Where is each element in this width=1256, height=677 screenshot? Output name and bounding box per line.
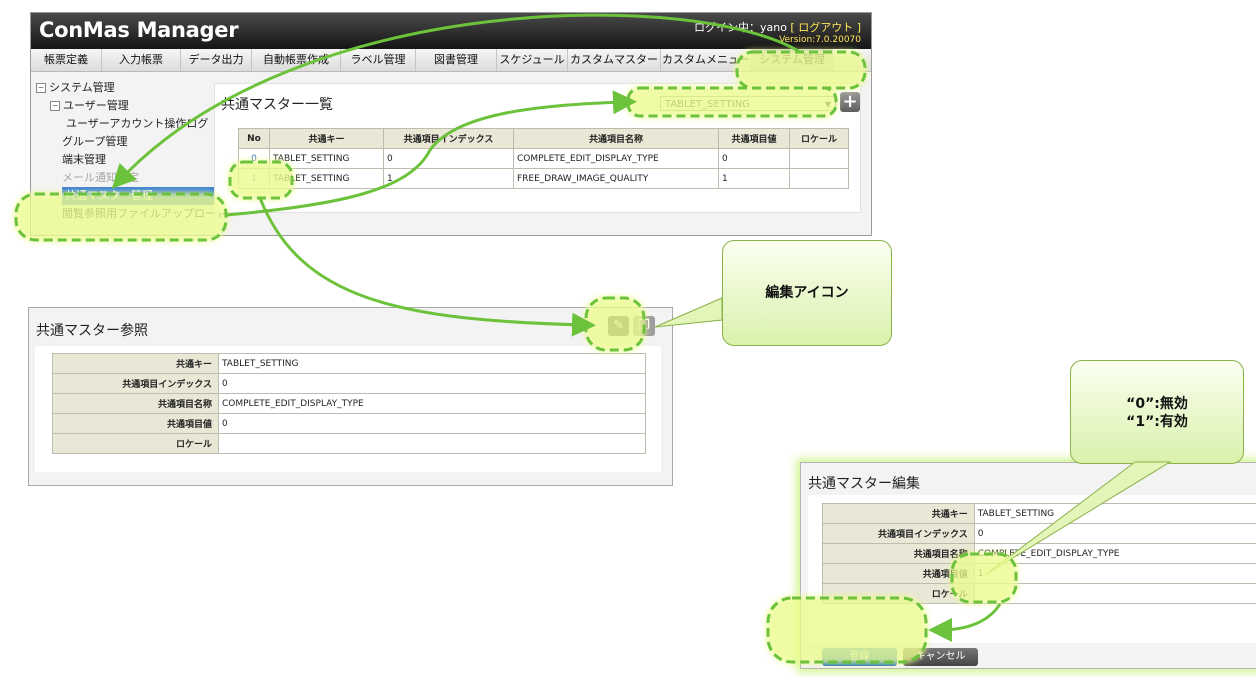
select-value: TABLET_SETTING (665, 99, 750, 110)
edit-title: 共通マスター編集 (808, 476, 920, 492)
reference-body: 共通キー TABLET_SETTING 共通項目インデックス 0 共通項目名称 COM… (35, 346, 661, 472)
version-label: Version:7.0.20070 (779, 35, 861, 45)
field-label: 共通項目値 (822, 563, 975, 584)
menu-auto-form[interactable]: 自動帳票作成 (252, 49, 341, 71)
field-label: 共通項目インデックス (822, 523, 975, 544)
tree-user-log[interactable]: ユーザーアカウント操作ログ (36, 115, 216, 133)
master-reference-panel: 共通マスター参照 ✎ ❐ 共通キー TABLET_SETTING 共通項目インデッ… (28, 307, 673, 486)
collapse-icon[interactable]: − (36, 83, 46, 93)
master-edit-panel: 共通マスター編集 共通キー TABLET_SETTING 共通項目インデックス 0 … (800, 462, 1256, 669)
field-label: 共通項目インデックス (52, 373, 219, 394)
tree-device-mgmt[interactable]: 端末管理 (36, 151, 216, 169)
cell-value: 1 (718, 168, 790, 189)
callout-values: “0”:無効 “1”:有効 (1070, 360, 1244, 464)
save-button[interactable]: 登録 (822, 648, 897, 666)
field-label: 共通キー (822, 503, 975, 524)
column-header: 共通項目インデックス (383, 128, 514, 149)
cell-key: TABLET_SETTING (269, 148, 384, 169)
edit-body: 共通キー TABLET_SETTING 共通項目インデックス 0 共通項目名称 COM… (808, 495, 1256, 666)
tree-mail-settings[interactable]: メール通知設定 (36, 169, 216, 187)
master-key-select[interactable]: TABLET_SETTING ▼ (660, 96, 836, 111)
edit-table: 共通キー TABLET_SETTING 共通項目インデックス 0 共通項目名称 COM… (822, 503, 1256, 604)
field-label: 共通キー (52, 353, 219, 374)
field-value (218, 433, 646, 454)
field-value: 0 (218, 373, 646, 394)
table-header: No 共通キー 共通項目インデックス 共通項目名称 共通項目値 ロケール (238, 128, 849, 149)
key-field[interactable]: TABLET_SETTING (973, 503, 1256, 524)
menu-input-form[interactable]: 入力帳票 (102, 49, 181, 71)
field-label: 共通項目名称 (52, 393, 219, 414)
menu-label-mgmt[interactable]: ラベル管理 (341, 49, 416, 71)
tree-file-upload[interactable]: 閲覧参照用ファイルアップロード (36, 205, 227, 223)
main-menu: 帳票定義 入力帳票 データ出力 自動帳票作成 ラベル管理 図書管理 スケジュール… (31, 49, 871, 72)
menu-library-mgmt[interactable]: 図書管理 (416, 49, 497, 71)
callout-value-off: “0”:無効 (1126, 396, 1188, 412)
sidebar-tree: − システム管理 − ユーザー管理 ユーザーアカウント操作ログ グループ管理 端末管… (36, 79, 227, 223)
cell-locale (789, 168, 849, 189)
callout-edit-icon: 編集アイコン (722, 240, 892, 346)
field-label: 共通項目名称 (822, 543, 975, 564)
field-value: 0 (218, 413, 646, 434)
cell-index: 1 (383, 168, 514, 189)
callout-value-on: “1”:有効 (1126, 414, 1188, 430)
main-window: ConMas Manager ログイン中：yano [ ログアウト ] Vers… (30, 12, 872, 236)
column-header: 共通キー (269, 128, 384, 149)
row-no-link[interactable]: 1 (238, 168, 270, 189)
reference-table: 共通キー TABLET_SETTING 共通項目インデックス 0 共通項目名称 COM… (52, 353, 646, 454)
edit-icon[interactable]: ✎ (608, 316, 629, 336)
master-list-panel: 共通マスター一覧 TABLET_SETTING ▼ + No 共通キー 共通項目… (214, 83, 861, 213)
login-prefix: ログイン中： (693, 21, 760, 34)
tree-group-mgmt[interactable]: グループ管理 (36, 133, 216, 151)
cell-key: TABLET_SETTING (269, 168, 384, 189)
menu-custom-menu[interactable]: カスタムメニュー (661, 49, 752, 71)
copy-icon[interactable]: ❐ (633, 316, 655, 336)
login-status: ログイン中：yano [ ログアウト ] (694, 19, 861, 35)
menu-system-mgmt[interactable]: システム管理 (752, 49, 833, 71)
menu-schedule[interactable]: スケジュール (497, 49, 568, 71)
tree-user-mgmt[interactable]: − ユーザー管理 (36, 97, 216, 115)
table-row[interactable]: 0 TABLET_SETTING 0 COMPLETE_EDIT_DISPLAY… (238, 148, 849, 169)
column-header: No (238, 128, 270, 149)
cell-name: COMPLETE_EDIT_DISPLAY_TYPE (513, 148, 719, 169)
tree-system-mgmt[interactable]: − システム管理 (36, 79, 216, 97)
column-header: 共通項目名称 (513, 128, 719, 149)
logout-link[interactable]: [ ログアウト ] (790, 21, 861, 34)
reference-title: 共通マスター参照 (36, 323, 148, 339)
index-field[interactable]: 0 (973, 523, 1256, 544)
field-label: ロケール (822, 583, 975, 604)
collapse-icon[interactable]: − (50, 101, 60, 111)
cancel-button[interactable]: キャンセル (903, 648, 978, 666)
app-header: ConMas Manager ログイン中：yano [ ログアウト ] Vers… (31, 13, 871, 49)
field-label: ロケール (52, 433, 219, 454)
value-field[interactable]: 1 (973, 563, 1256, 584)
menu-data-output[interactable]: データ出力 (181, 49, 252, 71)
column-header: 共通項目値 (718, 128, 790, 149)
cell-value: 0 (718, 148, 790, 169)
add-icon[interactable]: + (840, 92, 860, 112)
menu-form-definition[interactable]: 帳票定義 (31, 49, 102, 71)
name-field[interactable]: COMPLETE_EDIT_DISPLAY_TYPE (973, 543, 1256, 564)
cell-index: 0 (383, 148, 514, 169)
field-value: TABLET_SETTING (218, 353, 646, 374)
field-value: COMPLETE_EDIT_DISPLAY_TYPE (218, 393, 646, 414)
cell-locale (789, 148, 849, 169)
row-no-link[interactable]: 0 (238, 148, 270, 169)
menu-custom-master[interactable]: カスタムマスター (568, 49, 661, 71)
cell-name: FREE_DRAW_IMAGE_QUALITY (513, 168, 719, 189)
dropdown-arrow-icon: ▼ (824, 100, 831, 109)
field-label: 共通項目値 (52, 413, 219, 434)
column-header: ロケール (789, 128, 849, 149)
tree-common-master[interactable]: 共通マスター管理 (62, 187, 215, 205)
page-title: 共通マスター一覧 (221, 97, 333, 113)
locale-field[interactable] (973, 583, 1256, 604)
app-logo: ConMas Manager (39, 18, 239, 42)
master-table: No 共通キー 共通項目インデックス 共通項目名称 共通項目値 ロケール 0 T… (238, 128, 849, 189)
table-row[interactable]: 1 TABLET_SETTING 1 FREE_DRAW_IMAGE_QUALI… (238, 168, 849, 189)
login-user: yano (759, 21, 787, 34)
